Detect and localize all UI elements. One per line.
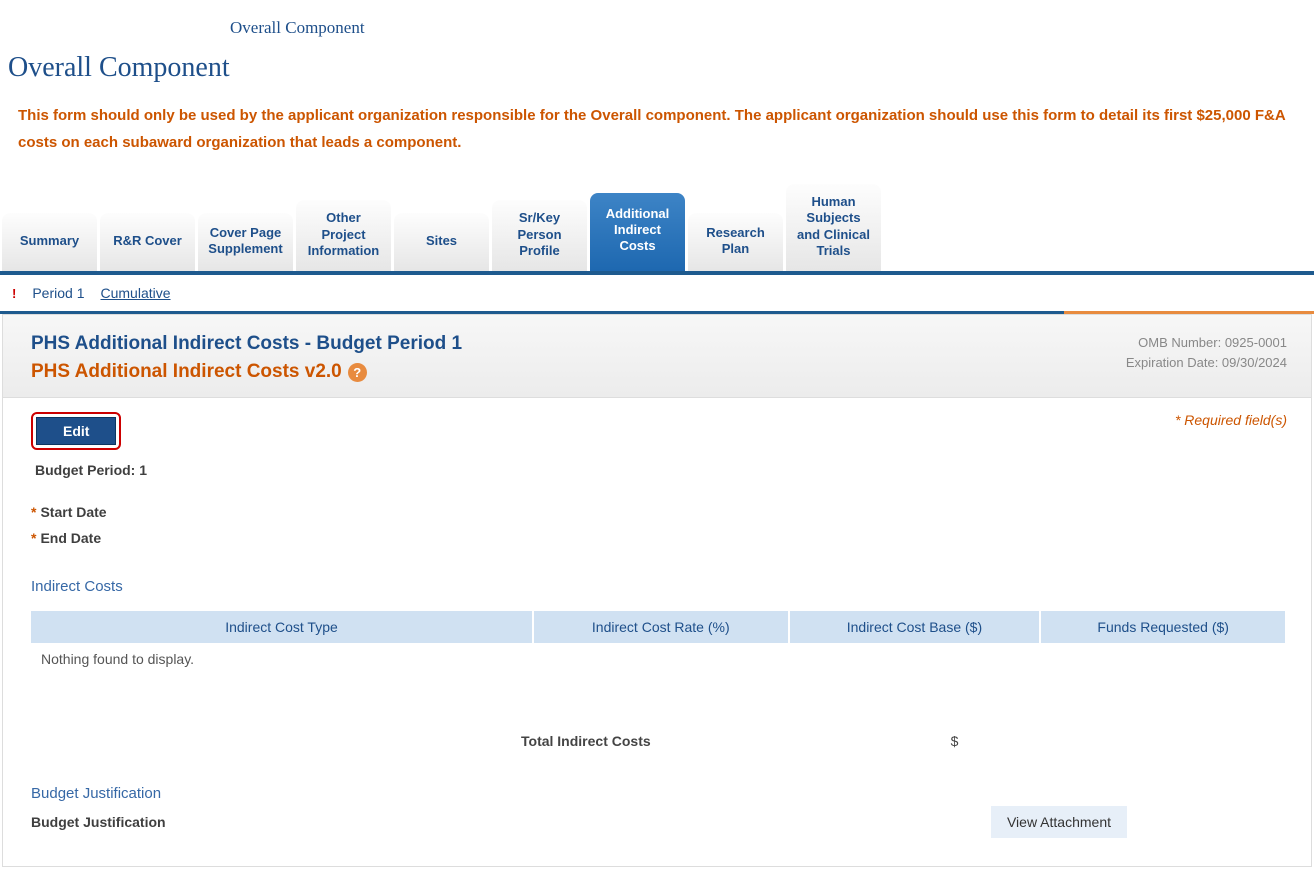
start-date-row: *Start Date: [31, 504, 1287, 520]
tab-additional-indirect-costs[interactable]: Additional Indirect Costs: [590, 193, 685, 271]
indirect-costs-table: Indirect Cost Type Indirect Cost Rate (%…: [31, 611, 1287, 675]
col-funds-requested: Funds Requested ($): [1040, 611, 1286, 643]
col-indirect-cost-rate: Indirect Cost Rate (%): [533, 611, 789, 643]
panel-header: PHS Additional Indirect Costs - Budget P…: [3, 315, 1311, 398]
budget-period-value: 1: [139, 462, 147, 478]
content-panel: PHS Additional Indirect Costs - Budget P…: [2, 314, 1312, 867]
subnav-period-1[interactable]: Period 1: [32, 285, 84, 301]
help-icon[interactable]: ?: [348, 363, 367, 382]
expiration-date: Expiration Date: 09/30/2024: [1126, 353, 1287, 373]
form-warning-text: This form should only be used by the app…: [18, 102, 1296, 156]
tab-sites[interactable]: Sites: [394, 213, 489, 271]
tab-rr-cover[interactable]: R&R Cover: [100, 213, 195, 271]
tab-human-subjects-clinical-trials[interactable]: Human Subjects and Clinical Trials: [786, 184, 881, 271]
tab-research-plan[interactable]: Research Plan: [688, 213, 783, 271]
view-attachment-button[interactable]: View Attachment: [991, 806, 1127, 838]
empty-table-message: Nothing found to display.: [31, 643, 1286, 675]
tab-cover-page-supplement[interactable]: Cover Page Supplement: [198, 213, 293, 271]
budget-justification-heading: Budget Justification: [31, 785, 1287, 802]
required-asterisk: *: [31, 504, 36, 520]
budget-justification-label: Budget Justification: [31, 814, 166, 830]
page-title: Overall Component: [8, 52, 1314, 84]
subnav-cumulative[interactable]: Cumulative: [101, 285, 171, 301]
total-indirect-label: Total Indirect Costs: [521, 733, 651, 749]
tab-srkey-person-profile[interactable]: Sr/Key Person Profile: [492, 200, 587, 271]
panel-subtitle: PHS Additional Indirect Costs v2.0 ?: [31, 361, 1287, 383]
panel-body: Edit * Required field(s) Budget Period: …: [3, 398, 1311, 866]
budget-period-line: Budget Period: 1: [35, 462, 1287, 478]
tab-other-project-information[interactable]: Other Project Information: [296, 200, 391, 271]
panel-title: PHS Additional Indirect Costs - Budget P…: [31, 333, 1287, 355]
col-indirect-cost-type: Indirect Cost Type: [31, 611, 533, 643]
end-date-row: *End Date: [31, 530, 1287, 546]
table-row-empty: Nothing found to display.: [31, 643, 1286, 675]
breadcrumb[interactable]: Overall Component: [230, 18, 1314, 38]
alert-icon: !: [12, 286, 16, 301]
col-indirect-cost-base: Indirect Cost Base ($): [789, 611, 1041, 643]
start-date-label: Start Date: [40, 504, 106, 520]
panel-subtitle-text: PHS Additional Indirect Costs v2.0: [31, 361, 342, 383]
edit-button[interactable]: Edit: [36, 417, 116, 445]
required-fields-note: * Required field(s): [1175, 412, 1287, 428]
tab-summary[interactable]: Summary: [2, 213, 97, 271]
tab-bar: Summary R&R Cover Cover Page Supplement …: [0, 184, 1314, 271]
required-asterisk: *: [31, 530, 36, 546]
period-subnav: ! Period 1 Cumulative: [0, 275, 1314, 314]
budget-justification-section: Budget Justification Budget Justificatio…: [31, 785, 1287, 838]
edit-button-highlight: Edit: [31, 412, 121, 450]
end-date-label: End Date: [40, 530, 101, 546]
indirect-costs-heading: Indirect Costs: [31, 578, 1287, 595]
budget-period-label: Budget Period:: [35, 462, 135, 478]
omb-info: OMB Number: 0925-0001 Expiration Date: 0…: [1126, 333, 1287, 372]
total-indirect-row: Total Indirect Costs $: [31, 733, 1287, 749]
omb-number: OMB Number: 0925-0001: [1126, 333, 1287, 353]
total-indirect-value: $: [951, 733, 959, 749]
